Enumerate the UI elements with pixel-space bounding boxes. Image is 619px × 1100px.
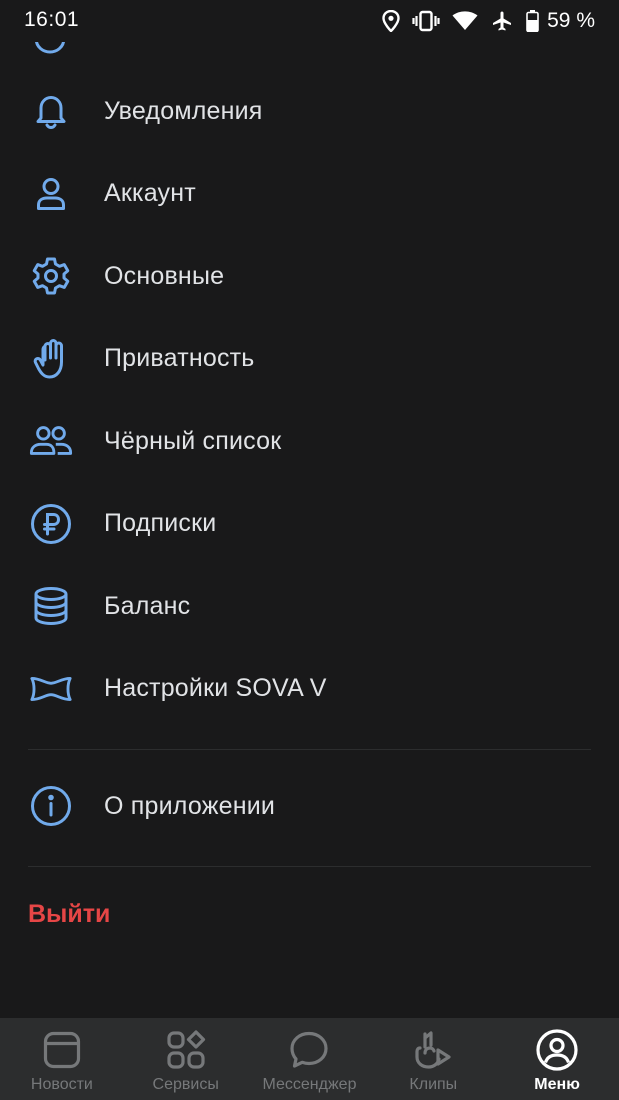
menu-label: Баланс	[104, 591, 191, 620]
menu-label: Аккаунт	[104, 179, 196, 208]
tab-news[interactable]: Новости	[0, 1018, 124, 1100]
bowtie-icon	[29, 667, 73, 711]
tab-label: Клипы	[409, 1076, 458, 1093]
tab-menu[interactable]: Меню	[495, 1018, 619, 1100]
menu-item-balance[interactable]: Баланс	[0, 565, 619, 648]
menu-label: Подписки	[104, 509, 217, 538]
menu-label: Основные	[104, 261, 225, 290]
hand-icon	[29, 337, 73, 381]
messenger-icon	[287, 1028, 331, 1072]
tab-label: Новости	[30, 1076, 93, 1093]
divider	[28, 749, 591, 750]
vibrate-icon	[412, 10, 440, 32]
battery-icon	[526, 10, 539, 32]
status-bar: 16:01 59 %	[0, 0, 619, 42]
menu-label: Уведомления	[104, 96, 263, 125]
settings-screen: 16:01 59 % Уведомления Аккаунт Основные …	[0, 0, 619, 1100]
menu-item-blacklist[interactable]: Чёрный список	[0, 400, 619, 483]
wifi-icon	[452, 11, 478, 31]
tab-label: Сервисы	[152, 1076, 219, 1093]
airplane-icon	[490, 9, 514, 33]
bell-icon	[29, 89, 73, 133]
menu-item-subscriptions[interactable]: Подписки	[0, 483, 619, 566]
settings-menu: Уведомления Аккаунт Основные Приватность	[0, 70, 619, 730]
bottom-tab-bar: Новости Сервисы Мессенджер Клипы Меню	[0, 1018, 619, 1100]
status-time: 16:01	[24, 8, 80, 31]
menu-label: Чёрный список	[104, 426, 282, 455]
users-icon	[29, 419, 73, 463]
divider	[28, 866, 591, 867]
menu-item-about[interactable]: О приложении	[0, 765, 619, 848]
menu-label: Приватность	[104, 344, 255, 373]
logout-button[interactable]: Выйти	[28, 900, 110, 929]
tab-services[interactable]: Сервисы	[124, 1018, 248, 1100]
tab-clips[interactable]: Клипы	[371, 1018, 495, 1100]
tab-label: Мессенджер	[262, 1076, 357, 1093]
news-icon	[40, 1028, 84, 1072]
tab-messenger[interactable]: Мессенджер	[248, 1018, 372, 1100]
profile-menu-icon	[535, 1028, 579, 1072]
location-icon	[382, 10, 400, 32]
menu-item-privacy[interactable]: Приватность	[0, 318, 619, 401]
tab-label: Меню	[534, 1076, 580, 1093]
menu-label: О приложении	[104, 791, 276, 820]
coins-stack-icon	[29, 584, 73, 628]
menu-item-sova-settings[interactable]: Настройки SOVA V	[0, 648, 619, 731]
services-icon	[164, 1028, 208, 1072]
clips-icon	[411, 1028, 455, 1072]
menu-item-account[interactable]: Аккаунт	[0, 153, 619, 236]
menu-label: Настройки SOVA V	[104, 674, 327, 703]
gear-icon	[29, 254, 73, 298]
status-icons: 59 %	[382, 7, 595, 35]
battery-percent: 59 %	[547, 9, 595, 32]
menu-item-general[interactable]: Основные	[0, 235, 619, 318]
menu-item-notifications[interactable]: Уведомления	[0, 70, 619, 153]
user-icon	[29, 172, 73, 216]
info-icon	[29, 784, 73, 828]
ruble-icon	[29, 502, 73, 546]
